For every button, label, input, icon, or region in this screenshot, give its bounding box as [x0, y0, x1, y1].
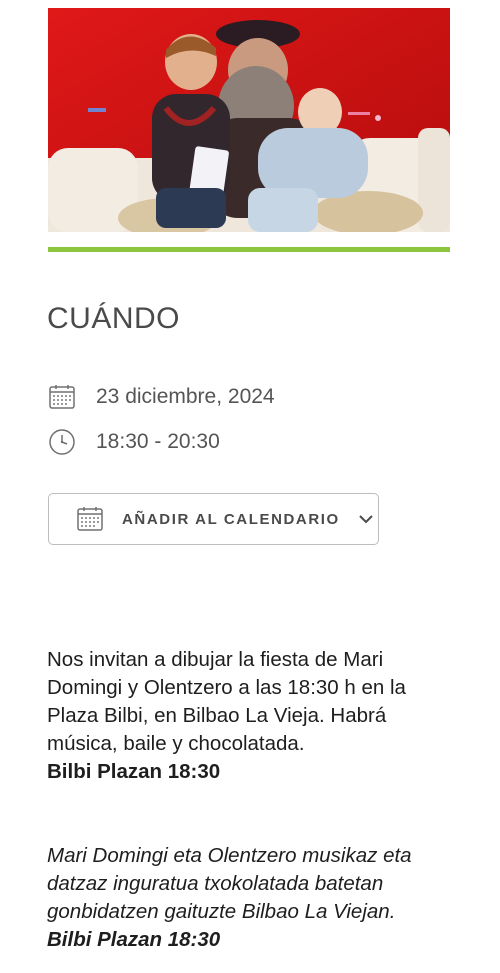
accent-divider — [48, 247, 450, 252]
chevron-down-icon — [358, 514, 374, 524]
event-time: 18:30 - 20:30 — [96, 430, 220, 453]
event-page: CUÁNDO 23 diciembre, 2024 18:30 - 20:30 … — [0, 0, 500, 973]
event-location-eu: Bilbi Plazan 18:30 — [47, 928, 221, 951]
event-date: 23 diciembre, 2024 — [96, 385, 275, 408]
event-description-es-text: Nos invitan a dibujar la fiesta de Mari … — [47, 648, 406, 755]
calendar-icon — [47, 382, 77, 412]
calendar-icon — [76, 505, 104, 533]
section-title-when: CUÁNDO — [47, 302, 181, 335]
add-to-calendar-label: AÑADIR AL CALENDARIO — [122, 510, 340, 528]
event-date-row: 23 diciembre, 2024 — [47, 382, 275, 412]
clock-icon — [47, 427, 77, 457]
event-description-eu-text: Mari Domingi eta Olentzero musikaz eta d… — [47, 844, 412, 923]
event-time-row: 18:30 - 20:30 — [47, 427, 220, 457]
accent-divider-fill — [48, 247, 450, 252]
event-description-eu: Mari Domingi eta Olentzero musikaz eta d… — [47, 842, 452, 954]
event-photo — [48, 8, 450, 232]
event-location-es: Bilbi Plazan 18:30 — [47, 760, 221, 783]
event-description-es: Nos invitan a dibujar la fiesta de Mari … — [47, 646, 452, 786]
add-to-calendar-button[interactable]: AÑADIR AL CALENDARIO — [48, 493, 379, 545]
